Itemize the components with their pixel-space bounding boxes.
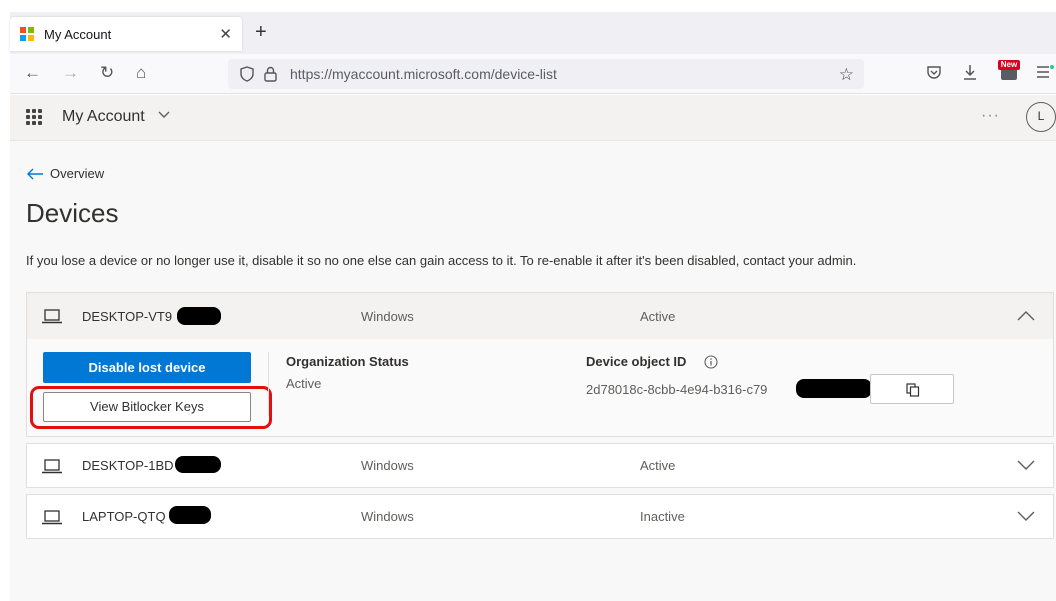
chevron-down-icon[interactable] (1017, 460, 1035, 470)
device-os: Windows (361, 509, 414, 524)
copy-icon (906, 383, 920, 397)
device-name: DESKTOP-VT9 (82, 309, 173, 324)
device-status: Active (640, 309, 676, 324)
device-card[interactable]: DESKTOP-1BD Windows Active (26, 443, 1054, 488)
info-icon[interactable] (704, 355, 718, 369)
more-options-icon[interactable]: ··· (981, 107, 1000, 125)
page-description: If you lose a device or no longer use it… (26, 253, 857, 268)
tab-my-account[interactable]: My Account ✕ (10, 17, 242, 51)
back-arrow-icon (27, 168, 43, 179)
shield-icon (240, 66, 254, 82)
highlight-annotation (30, 386, 272, 429)
redaction-mark (177, 307, 221, 325)
back-arrow-icon[interactable]: ← (24, 63, 41, 83)
avatar[interactable]: L (1026, 102, 1056, 132)
reload-icon[interactable]: ↻ (100, 63, 114, 83)
organization-status-label: Organization Status (286, 354, 409, 369)
menu-icon[interactable] (1036, 64, 1054, 80)
microsoft-logo-icon (20, 27, 34, 41)
browser-nav-bar: ← → ↻ ⌂ https://myaccount.microsoft.com/… (10, 54, 1056, 94)
device-object-id-label: Device object ID (586, 354, 687, 369)
download-icon[interactable] (962, 64, 978, 81)
laptop-icon (42, 309, 62, 324)
app-launcher-icon[interactable] (26, 109, 42, 125)
back-label: Overview (50, 166, 105, 181)
back-link[interactable]: Overview (26, 166, 104, 181)
pocket-icon[interactable] (926, 64, 942, 80)
device-name: LAPTOP-QTQ (82, 509, 166, 524)
redaction-mark (175, 456, 221, 473)
bookmark-star-icon[interactable]: ☆ (839, 65, 854, 85)
app-title[interactable]: My Account (62, 108, 145, 126)
chevron-down-icon[interactable] (157, 109, 171, 119)
chevron-up-icon[interactable] (1017, 311, 1035, 321)
laptop-icon (42, 510, 62, 525)
app-header: My Account ··· L (10, 95, 1056, 141)
device-status: Inactive (640, 509, 685, 524)
url-text: https://myaccount.microsoft.com/device-l… (290, 66, 557, 82)
new-extension-icon[interactable]: New (998, 60, 1020, 82)
device-row-header[interactable]: DESKTOP-VT9 Windows Active (27, 293, 1053, 339)
forward-arrow-icon[interactable]: → (62, 63, 79, 83)
lock-icon (264, 66, 277, 82)
address-bar[interactable]: https://myaccount.microsoft.com/device-l… (228, 59, 864, 89)
device-card[interactable]: LAPTOP-QTQ Windows Inactive (26, 494, 1054, 539)
organization-status-value: Active (286, 376, 322, 391)
laptop-icon (42, 459, 62, 474)
redaction-mark (796, 379, 872, 398)
browser-tab-bar: My Account ✕ + (0, 0, 1056, 54)
home-icon[interactable]: ⌂ (136, 63, 146, 83)
device-name: DESKTOP-1BD (82, 458, 174, 473)
new-tab-button[interactable]: + (255, 22, 267, 42)
new-badge: New (998, 60, 1020, 70)
page-title: Devices (26, 198, 119, 228)
device-status: Active (640, 458, 676, 473)
device-os: Windows (361, 458, 414, 473)
device-object-id-value: 2d78018c-8cbb-4e94-b316-c79 (586, 382, 768, 397)
copy-button[interactable] (870, 374, 954, 404)
device-os: Windows (361, 309, 414, 324)
divider (268, 352, 269, 416)
disable-lost-device-button[interactable]: Disable lost device (43, 352, 251, 383)
tab-close-icon[interactable]: ✕ (219, 25, 232, 43)
chevron-down-icon[interactable] (1017, 511, 1035, 521)
tab-title: My Account (44, 26, 112, 42)
redaction-mark (169, 506, 211, 524)
